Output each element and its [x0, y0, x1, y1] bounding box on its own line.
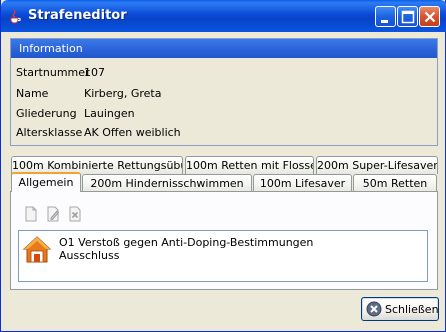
info-value: Lauingen	[84, 107, 135, 120]
close-button[interactable]: Schließen	[361, 297, 439, 321]
tab-100m-lifesaver[interactable]: 100m Lifesaver	[253, 174, 352, 192]
info-value: AK Offen weiblich	[84, 126, 181, 139]
minimize-button[interactable]	[375, 6, 396, 27]
java-cup-icon	[10, 9, 21, 24]
minimize-icon	[381, 20, 388, 23]
info-label: Altersklasse	[16, 126, 83, 139]
discipline-tabs: 100m Kombinierte Rettungsübung 100m Rett…	[10, 155, 438, 290]
window-title: Strafeneditor	[28, 8, 127, 23]
strafeneditor-window: Strafeneditor Information Startnummer 10…	[0, 0, 446, 332]
delete-document-icon[interactable]	[67, 206, 83, 222]
information-panel: Information Startnummer 107 Name Kirberg…	[10, 38, 438, 146]
information-header: Information	[11, 39, 437, 58]
close-button-label: Schließen	[385, 303, 439, 316]
close-icon	[424, 11, 436, 23]
house-icon	[22, 236, 52, 263]
tab-200m-super-lifesaver[interactable]: 200m Super-Lifesaver	[316, 156, 438, 174]
close-window-button[interactable]	[419, 6, 440, 27]
maximize-button[interactable]	[397, 6, 418, 27]
new-document-icon[interactable]	[23, 206, 39, 222]
info-value: 107	[84, 66, 105, 79]
tab-200m-hindernisschwimmen[interactable]: 200m Hindernisschwimmen	[82, 174, 252, 192]
title-bar[interactable]: Strafeneditor	[1, 0, 446, 32]
info-label: Gliederung	[16, 107, 77, 120]
info-value: Kirberg, Greta	[84, 87, 162, 100]
info-label: Name	[16, 87, 49, 100]
edit-document-icon[interactable]	[45, 206, 61, 222]
penalty-result: Ausschluss	[59, 249, 120, 262]
close-circle-icon	[366, 301, 382, 317]
tab-100m-retten-mit-flossen[interactable]: 100m Retten mit Flossen	[185, 156, 314, 174]
penalty-description: O1 Verstoß gegen Anti-Doping-Bestimmunge…	[59, 236, 314, 249]
info-label: Startnummer	[16, 66, 90, 79]
tab-50m-retten[interactable]: 50m Retten	[353, 174, 437, 192]
penalty-list[interactable]: O1 Verstoß gegen Anti-Doping-Bestimmunge…	[18, 230, 428, 282]
tab-allgemein[interactable]: Allgemein	[11, 172, 81, 192]
tab-panel-allgemein: O1 Verstoß gegen Anti-Doping-Bestimmunge…	[10, 191, 438, 290]
maximize-icon	[401, 10, 415, 24]
